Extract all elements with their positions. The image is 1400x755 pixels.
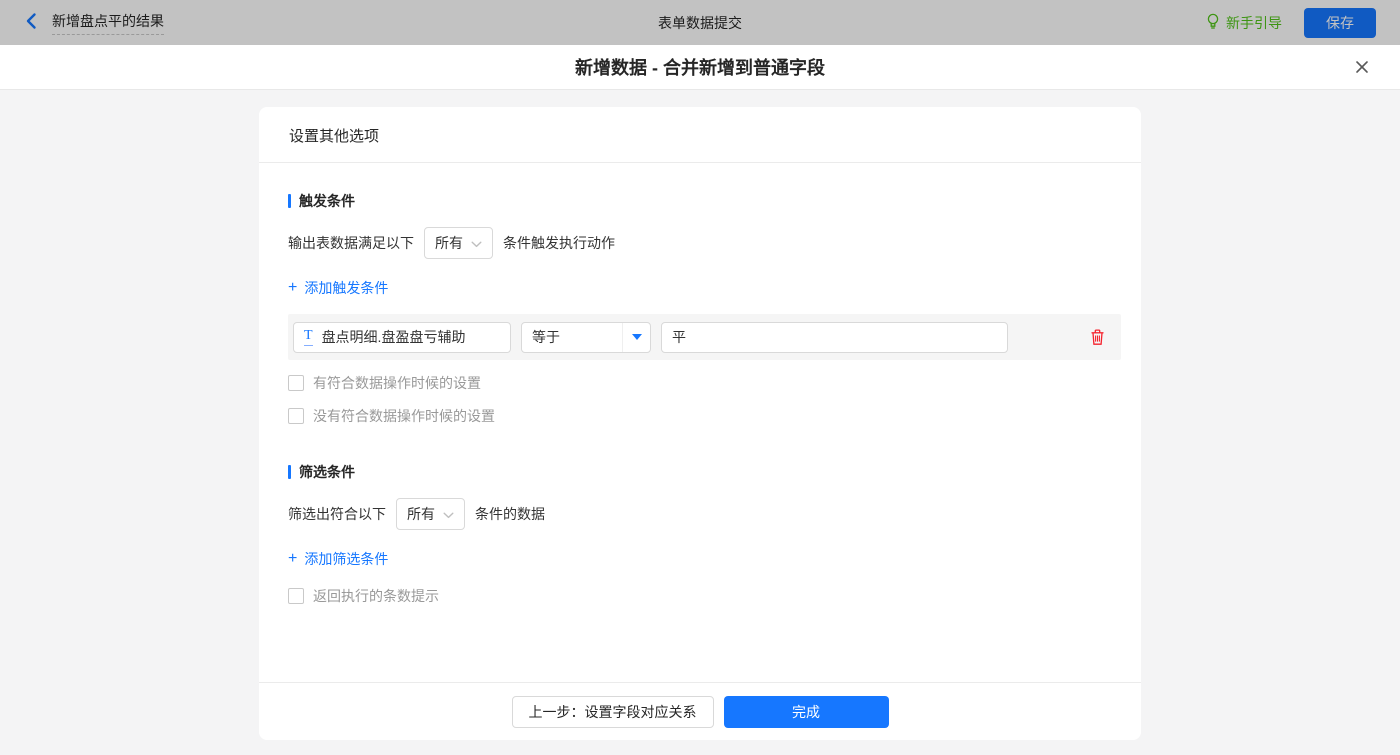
card-content: 触发条件 输出表数据满足以下 所有 条件触发执行动作 + 添加触发条件 T 盘点… bbox=[259, 163, 1141, 682]
trigger-match-mode-select[interactable]: 所有 bbox=[424, 227, 493, 259]
checkbox-unchecked[interactable] bbox=[288, 588, 304, 604]
topbar: 新增盘点平的结果 表单数据提交 新手引导 保存 bbox=[0, 0, 1400, 45]
card-footer: 上一步：设置字段对应关系 完成 bbox=[259, 682, 1141, 740]
condition-field-select[interactable]: T 盘点明细.盘盈盘亏辅助 bbox=[293, 321, 511, 353]
chevron-down-icon bbox=[443, 506, 454, 522]
option-return-count-tip[interactable]: 返回执行的条数提示 bbox=[288, 586, 1121, 606]
done-button[interactable]: 完成 bbox=[723, 695, 889, 728]
condition-value-input[interactable] bbox=[661, 321, 1008, 353]
option-has-matching-data-label: 有符合数据操作时候的设置 bbox=[313, 375, 481, 391]
beginner-guide-link[interactable]: 新手引导 bbox=[1206, 13, 1282, 33]
lightbulb-icon bbox=[1206, 13, 1220, 33]
filter-condition-sentence: 筛选出符合以下 所有 条件的数据 bbox=[288, 498, 1121, 530]
node-title: 表单数据提交 bbox=[658, 14, 742, 31]
trigger-match-mode-value: 所有 bbox=[435, 235, 463, 251]
card-header-title: 设置其他选项 bbox=[259, 107, 1141, 163]
checkbox-unchecked[interactable] bbox=[288, 375, 304, 391]
filter-section-label: 筛选条件 bbox=[299, 464, 355, 480]
trigger-sentence-prefix: 输出表数据满足以下 bbox=[288, 235, 414, 251]
filter-match-mode-value: 所有 bbox=[407, 506, 435, 522]
filter-sentence-prefix: 筛选出符合以下 bbox=[288, 506, 386, 522]
add-trigger-condition-link[interactable]: + 添加触发条件 bbox=[288, 278, 388, 298]
delete-condition-button[interactable] bbox=[1088, 327, 1107, 348]
add-filter-condition-label: 添加筛选条件 bbox=[304, 551, 389, 567]
plus-icon: + bbox=[288, 279, 298, 296]
trigger-condition-row: T 盘点明细.盘盈盘亏辅助 等于 bbox=[288, 314, 1121, 360]
add-filter-condition-link[interactable]: + 添加筛选条件 bbox=[288, 549, 388, 569]
plus-icon: + bbox=[288, 550, 298, 567]
chevron-down-icon bbox=[471, 235, 482, 251]
condition-field-value: 盘点明细.盘盈盘亏辅助 bbox=[321, 329, 466, 345]
section-accent-bar bbox=[288, 465, 291, 479]
filter-section-title: 筛选条件 bbox=[288, 462, 1121, 482]
trash-icon bbox=[1090, 328, 1105, 349]
trigger-condition-sentence: 输出表数据满足以下 所有 条件触发执行动作 bbox=[288, 227, 1121, 259]
previous-step-button[interactable]: 上一步：设置字段对应关系 bbox=[511, 695, 714, 728]
condition-operator-value: 等于 bbox=[532, 329, 560, 345]
trigger-section-title: 触发条件 bbox=[288, 191, 1121, 211]
operator-dropdown-zone[interactable] bbox=[622, 322, 650, 352]
option-no-matching-data[interactable]: 没有符合数据操作时候的设置 bbox=[288, 406, 1121, 426]
add-trigger-condition-label: 添加触发条件 bbox=[304, 280, 389, 296]
triangle-down-icon bbox=[631, 334, 642, 340]
beginner-guide-label: 新手引导 bbox=[1226, 14, 1282, 31]
modal-title: 新增数据 - 合并新增到普通字段 bbox=[575, 58, 825, 78]
filter-sentence-suffix: 条件的数据 bbox=[475, 506, 545, 522]
option-no-matching-data-label: 没有符合数据操作时候的设置 bbox=[313, 408, 495, 424]
filter-match-mode-select[interactable]: 所有 bbox=[396, 498, 465, 530]
text-type-icon: T bbox=[304, 328, 313, 346]
options-card: 设置其他选项 触发条件 输出表数据满足以下 所有 条件触发执行动作 + 添加触发… bbox=[259, 107, 1141, 740]
trigger-section-label: 触发条件 bbox=[299, 193, 355, 209]
option-return-count-tip-label: 返回执行的条数提示 bbox=[313, 588, 439, 604]
condition-operator-select[interactable]: 等于 bbox=[521, 321, 651, 353]
modal-body: 设置其他选项 触发条件 输出表数据满足以下 所有 条件触发执行动作 + 添加触发… bbox=[0, 90, 1400, 755]
section-accent-bar bbox=[288, 194, 291, 208]
checkbox-unchecked[interactable] bbox=[288, 408, 304, 424]
close-button[interactable] bbox=[1350, 55, 1374, 79]
close-icon bbox=[1354, 61, 1370, 78]
option-has-matching-data[interactable]: 有符合数据操作时候的设置 bbox=[288, 373, 1121, 393]
save-button[interactable]: 保存 bbox=[1304, 7, 1376, 38]
trigger-sentence-suffix: 条件触发执行动作 bbox=[503, 235, 615, 251]
modal-header: 新增数据 - 合并新增到普通字段 bbox=[0, 45, 1400, 90]
